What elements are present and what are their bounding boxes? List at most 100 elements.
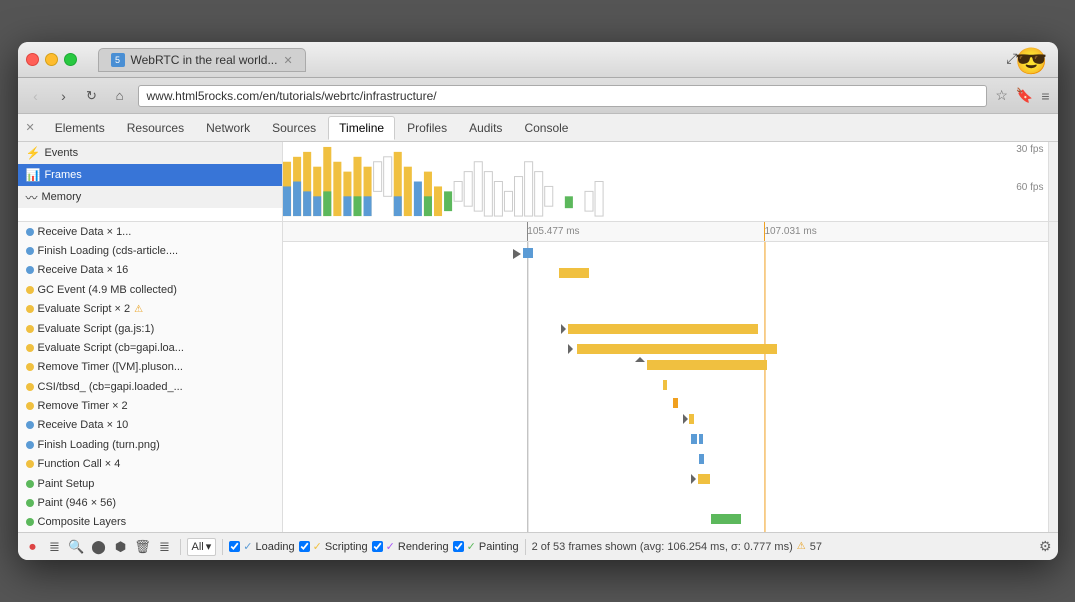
event-item-eval-script-2[interactable]: Evaluate Script × 2 ⚠ xyxy=(18,300,282,319)
painting-label: Painting xyxy=(479,541,519,553)
back-button[interactable]: ‹ xyxy=(26,88,46,104)
stop-button[interactable]: ⬢ xyxy=(112,538,130,556)
url-text: www.html5rocks.com/en/tutorials/webrtc/i… xyxy=(147,89,437,103)
search-button[interactable]: 🔍 xyxy=(68,538,86,556)
bookmark-star-button[interactable]: ☆ xyxy=(995,87,1008,104)
event-label: CSI/tbsd_ (cb=gapi.loaded_... xyxy=(38,381,183,393)
tab-resources[interactable]: Resources xyxy=(117,117,194,139)
tab-close-button[interactable]: ✕ xyxy=(283,54,292,67)
trash-button[interactable]: 🗑 xyxy=(134,538,152,556)
tab-profiles[interactable]: Profiles xyxy=(397,117,457,139)
event-item-receive-data-main[interactable]: Receive Data × 1... xyxy=(18,222,282,241)
event-label: Remove Timer ([VM].pluson... xyxy=(38,361,184,373)
dot-yellow-icon xyxy=(26,344,34,352)
tab-timeline[interactable]: Timeline xyxy=(328,116,395,140)
event-label: Paint Setup xyxy=(38,478,95,490)
event-item-finish-loading-turn[interactable]: Finish Loading (turn.png) xyxy=(18,435,282,454)
dot-yellow-icon xyxy=(26,325,34,333)
tab-favicon: 5 xyxy=(111,53,125,67)
event-item-receive-data-16[interactable]: Receive Data × 16 xyxy=(18,261,282,280)
event-label: Composite Layers xyxy=(38,516,127,528)
event-item-eval-script-cb[interactable]: Evaluate Script (cb=gapi.loa... xyxy=(18,338,282,357)
title-bar: 5 WebRTC in the real world... ✕ ⤢ 😎 xyxy=(18,42,1058,78)
rendering-filter[interactable]: ✓ Rendering xyxy=(372,540,449,553)
dot-green-icon xyxy=(26,499,34,507)
checkmark-rendering: ✓ xyxy=(386,540,395,553)
memory-label: Memory xyxy=(42,191,82,203)
loading-checkbox[interactable] xyxy=(229,541,240,552)
close-button[interactable] xyxy=(26,53,39,66)
browser-tab[interactable]: 5 WebRTC in the real world... ✕ xyxy=(98,48,306,72)
timeline-scrollbar[interactable] xyxy=(1048,222,1058,532)
tab-console[interactable]: Console xyxy=(514,117,578,139)
frames-icon: 📊 xyxy=(26,168,41,182)
event-label: Finish Loading (cds-article.... xyxy=(38,245,179,257)
event-label: Receive Data × 1... xyxy=(38,226,132,238)
status-warning-icon: ⚠ xyxy=(797,541,806,552)
memory-icon: 〰 xyxy=(26,189,38,206)
minimize-button[interactable] xyxy=(45,53,58,66)
devtools-main: ⚡ Events 📊 Frames 〰 Memory 30 fps 60 fps xyxy=(18,142,1058,532)
sidebar-memory-header[interactable]: 〰 Memory xyxy=(18,186,282,208)
scripting-checkbox[interactable] xyxy=(299,541,310,552)
forward-button[interactable]: › xyxy=(54,88,74,104)
sidebar-frames-header[interactable]: 📊 Frames xyxy=(18,164,282,186)
tab-elements[interactable]: Elements xyxy=(45,117,115,139)
scrollbar-track[interactable] xyxy=(1048,142,1058,221)
ruler-mark-2: 107.031 ms xyxy=(764,226,816,237)
rendering-checkbox[interactable] xyxy=(372,541,383,552)
settings-button[interactable]: ⚙ xyxy=(1039,538,1052,555)
event-item-paint[interactable]: Paint (946 × 56) xyxy=(18,493,282,512)
loading-filter[interactable]: ✓ Loading xyxy=(229,540,294,553)
devtools-close-button[interactable]: ✕ xyxy=(26,121,35,134)
event-item-function-call[interactable]: Function Call × 4 xyxy=(18,455,282,474)
fps-chart-area: 30 fps 60 fps xyxy=(283,142,1048,221)
tab-sources[interactable]: Sources xyxy=(262,117,326,139)
tab-audits[interactable]: Audits xyxy=(459,117,512,139)
event-item-paint-setup[interactable]: Paint Setup xyxy=(18,474,282,493)
dot-blue-icon xyxy=(26,247,34,255)
event-item-finish-loading[interactable]: Finish Loading (cds-article.... xyxy=(18,241,282,260)
event-item-csi[interactable]: CSI/tbsd_ (cb=gapi.loaded_... xyxy=(18,377,282,396)
dot-green-icon xyxy=(26,480,34,488)
url-field[interactable]: www.html5rocks.com/en/tutorials/webrtc/i… xyxy=(138,85,988,107)
event-item-composite-layers[interactable]: Composite Layers xyxy=(18,513,282,532)
event-item-gc[interactable]: GC Event (4.9 MB collected) xyxy=(18,280,282,299)
address-bar: ‹ › ↻ ⌂ www.html5rocks.com/en/tutorials/… xyxy=(18,78,1058,114)
frames-label: Frames xyxy=(44,169,81,181)
refresh-button[interactable]: ↻ xyxy=(82,88,102,104)
event-item-remove-timer-2[interactable]: Remove Timer × 2 xyxy=(18,396,282,415)
maximize-button[interactable] xyxy=(64,53,77,66)
timeline-content: Receive Data × 1... Finish Loading (cds-… xyxy=(18,222,1058,532)
sidebar-events-header[interactable]: ⚡ Events xyxy=(18,142,282,164)
event-item-remove-timer-vm[interactable]: Remove Timer ([VM].pluson... xyxy=(18,358,282,377)
tab-title: WebRTC in the real world... xyxy=(131,53,278,67)
event-item-receive-data-10[interactable]: Receive Data × 10 xyxy=(18,416,282,435)
scripting-filter[interactable]: ✓ Scripting xyxy=(299,540,368,553)
home-button[interactable]: ⌂ xyxy=(110,88,130,103)
timeline-tracks-inner: 105.477 ms 107.031 ms xyxy=(283,222,1048,532)
record-button[interactable]: ⏺ xyxy=(24,538,42,556)
clear-button[interactable]: ≣ xyxy=(46,538,64,556)
timeline-tracks[interactable]: 105.477 ms 107.031 ms xyxy=(283,222,1048,532)
event-item-eval-script-ga[interactable]: Evaluate Script (ga.js:1) xyxy=(18,319,282,338)
ruler-line-1 xyxy=(527,222,528,241)
event-label: Remove Timer × 2 xyxy=(38,400,128,412)
chevron-down-icon: ▾ xyxy=(206,540,212,553)
scripting-label: Scripting xyxy=(325,541,368,553)
dot-yellow-icon xyxy=(26,305,34,313)
painting-filter[interactable]: ✓ Painting xyxy=(453,540,519,553)
text-button[interactable]: ≣ xyxy=(156,538,174,556)
event-label: Receive Data × 10 xyxy=(38,419,129,431)
timeline-sidebar: Receive Data × 1... Finish Loading (cds-… xyxy=(18,222,283,532)
bookmark-icon[interactable]: 🔖 xyxy=(1016,87,1033,104)
warning-icon: ⚠ xyxy=(134,304,143,315)
circle-button[interactable]: ⬤ xyxy=(90,538,108,556)
menu-button[interactable]: ≡ xyxy=(1041,88,1049,104)
event-label: Finish Loading (turn.png) xyxy=(38,439,160,451)
filter-dropdown[interactable]: All ▾ xyxy=(187,538,217,556)
rendering-label: Rendering xyxy=(398,541,449,553)
tab-network[interactable]: Network xyxy=(196,117,260,139)
frame-count: 57 xyxy=(810,541,822,553)
painting-checkbox[interactable] xyxy=(453,541,464,552)
